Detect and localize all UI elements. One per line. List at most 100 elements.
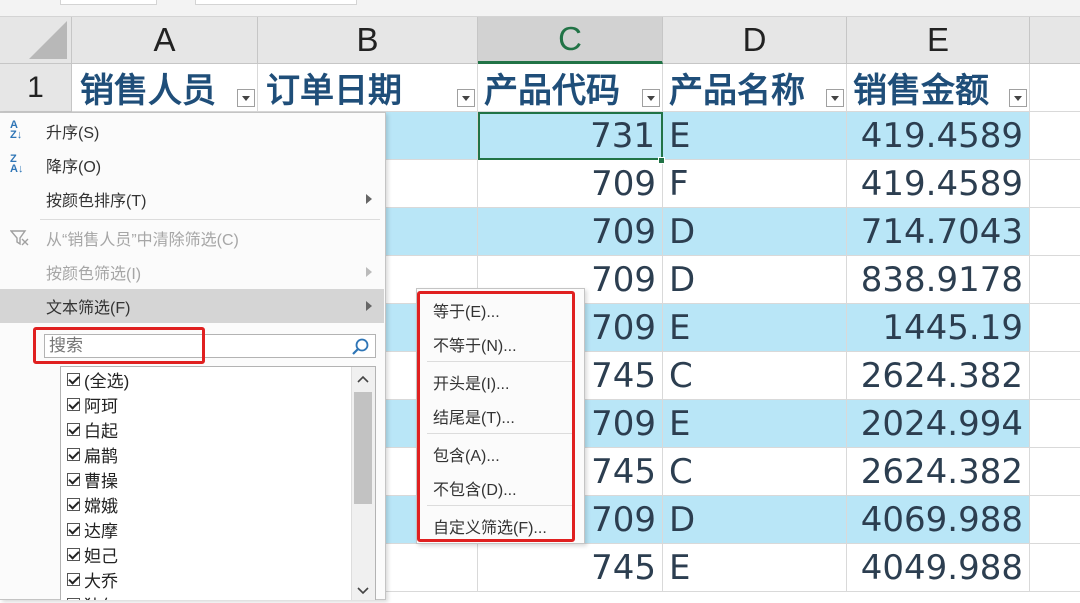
column-header-d[interactable]: D xyxy=(663,17,847,64)
column-header-b[interactable]: B xyxy=(258,17,478,64)
filter-list-item[interactable]: 妲己 xyxy=(67,542,118,567)
header-cell-product-code[interactable]: 产品代码 xyxy=(478,64,663,112)
product-name-cell[interactable]: E xyxy=(663,112,847,160)
sales-amount-cell[interactable]: 4049.988 xyxy=(847,544,1030,592)
filter-list-item[interactable]: 扁鹊 xyxy=(67,442,118,467)
filter-list-item[interactable]: 阿珂 xyxy=(67,392,118,417)
checkbox-checked-icon[interactable] xyxy=(67,398,80,411)
sales-amount-cell[interactable]: 4069.988 xyxy=(847,496,1030,544)
column-header-a[interactable]: A xyxy=(72,17,258,64)
column-header-c[interactable]: C xyxy=(478,17,663,64)
ribbon-strip xyxy=(0,0,1080,17)
empty-cell[interactable] xyxy=(1030,448,1080,496)
filter-list-item[interactable]: 达摩 xyxy=(67,517,118,542)
filter-list-item[interactable]: 嫦娥 xyxy=(67,492,118,517)
empty-cell[interactable] xyxy=(1030,400,1080,448)
product-code-cell[interactable]: 731 xyxy=(478,112,663,160)
scroll-down-icon[interactable] xyxy=(355,584,371,598)
ribbon-tab[interactable] xyxy=(195,0,357,5)
product-name-cell[interactable]: D xyxy=(663,496,847,544)
filter-dropdown-button[interactable] xyxy=(1009,89,1027,107)
list-scrollbar-thumb[interactable] xyxy=(354,392,372,504)
filter-list-item-label: 白起 xyxy=(84,422,118,441)
fill-handle[interactable] xyxy=(658,157,665,164)
scroll-up-icon[interactable] xyxy=(355,372,371,386)
menu-item-sort-descending[interactable]: Z A↓ 降序(O) xyxy=(0,148,384,182)
product-name-cell[interactable]: D xyxy=(663,256,847,304)
menu-item-label: 升序(S) xyxy=(46,125,100,142)
header-cell-product-name[interactable]: 产品名称 xyxy=(663,64,847,112)
menu-item-sort-ascending[interactable]: A Z↓ 升序(S) xyxy=(0,114,384,148)
empty-cell[interactable] xyxy=(1030,160,1080,208)
filter-list-item-label: 阿珂 xyxy=(84,397,118,416)
empty-cell[interactable] xyxy=(1030,496,1080,544)
filter-list-item-label: 大乔 xyxy=(84,572,118,591)
filter-dropdown-button[interactable] xyxy=(826,89,844,107)
product-name-cell[interactable]: C xyxy=(663,352,847,400)
filter-dropdown-button[interactable] xyxy=(237,89,255,107)
header-cell-salesperson[interactable]: 销售人员 xyxy=(72,64,258,112)
empty-cell[interactable] xyxy=(1030,64,1080,112)
filter-list-item[interactable]: 狄仁 xyxy=(67,592,118,600)
column-header-e[interactable]: E xyxy=(847,17,1030,64)
empty-cell[interactable] xyxy=(1030,208,1080,256)
sales-amount-cell[interactable]: 2024.994 xyxy=(847,400,1030,448)
menu-item-label: 按颜色筛选(I) xyxy=(46,266,142,283)
checkbox-checked-icon[interactable] xyxy=(67,473,80,486)
checkbox-checked-icon[interactable] xyxy=(67,498,80,511)
search-icon[interactable] xyxy=(351,337,371,357)
header-text: 产品名称 xyxy=(669,71,805,111)
sales-amount-cell[interactable]: 1445.19 xyxy=(847,304,1030,352)
filter-dropdown-button[interactable] xyxy=(642,89,660,107)
menu-item-label: 从“销售人员”中清除筛选(C) xyxy=(46,232,239,249)
product-name-cell[interactable]: E xyxy=(663,544,847,592)
product-name-cell[interactable]: E xyxy=(663,400,847,448)
product-code-cell[interactable]: 745 xyxy=(478,544,663,592)
header-text: 订单日期 xyxy=(266,71,402,111)
empty-cell[interactable] xyxy=(1030,544,1080,592)
sales-amount-cell[interactable]: 838.9178 xyxy=(847,256,1030,304)
menu-separator xyxy=(40,219,380,220)
checkbox-checked-icon[interactable] xyxy=(67,373,80,386)
menu-item-text-filter[interactable]: 文本筛选(F) xyxy=(0,289,384,323)
select-all-triangle-icon xyxy=(29,21,67,59)
column-header-f[interactable] xyxy=(1030,17,1080,64)
menu-item-sort-by-color[interactable]: 按颜色排序(T) xyxy=(0,182,384,216)
header-cell-order-date[interactable]: 订单日期 xyxy=(258,64,478,112)
product-name-cell[interactable]: F xyxy=(663,160,847,208)
menu-item-label: 文本筛选(F) xyxy=(46,300,131,317)
sort-ascending-icon: A Z↓ xyxy=(10,119,23,141)
submenu-arrow-icon xyxy=(366,194,372,204)
checkbox-checked-icon[interactable] xyxy=(67,523,80,536)
header-cell-sales-amount[interactable]: 销售金额 xyxy=(847,64,1030,112)
filter-list-item[interactable]: (全选) xyxy=(67,367,129,392)
sales-amount-cell[interactable]: 419.4589 xyxy=(847,112,1030,160)
empty-cell[interactable] xyxy=(1030,304,1080,352)
select-all-corner[interactable] xyxy=(0,17,72,64)
product-name-cell[interactable]: E xyxy=(663,304,847,352)
checkbox-checked-icon[interactable] xyxy=(67,423,80,436)
empty-cell[interactable] xyxy=(1030,256,1080,304)
product-code-cell[interactable]: 709 xyxy=(478,208,663,256)
empty-cell[interactable] xyxy=(1030,112,1080,160)
sales-amount-cell[interactable]: 2624.382 xyxy=(847,448,1030,496)
filter-dropdown-button[interactable] xyxy=(457,89,475,107)
header-text: 产品代码 xyxy=(484,71,620,111)
product-name-cell[interactable]: D xyxy=(663,208,847,256)
filter-list-item[interactable]: 白起 xyxy=(67,417,118,442)
sales-amount-cell[interactable]: 419.4589 xyxy=(847,160,1030,208)
empty-cell[interactable] xyxy=(1030,352,1080,400)
sales-amount-cell[interactable]: 714.7043 xyxy=(847,208,1030,256)
menu-item-clear-filter[interactable]: 从“销售人员”中清除筛选(C) xyxy=(0,221,384,255)
filter-list-item[interactable]: 曹操 xyxy=(67,467,118,492)
sales-amount-cell[interactable]: 2624.382 xyxy=(847,352,1030,400)
checkbox-checked-icon[interactable] xyxy=(67,548,80,561)
checkbox-checked-icon[interactable] xyxy=(67,448,80,461)
filter-list-item[interactable]: 大乔 xyxy=(67,567,118,592)
product-name-cell[interactable]: C xyxy=(663,448,847,496)
menu-item-filter-by-color[interactable]: 按颜色筛选(I) xyxy=(0,255,384,289)
product-code-cell[interactable]: 709 xyxy=(478,160,663,208)
row-header-1[interactable]: 1 xyxy=(0,64,72,112)
checkbox-checked-icon[interactable] xyxy=(67,573,80,586)
ribbon-tab[interactable] xyxy=(60,0,157,5)
